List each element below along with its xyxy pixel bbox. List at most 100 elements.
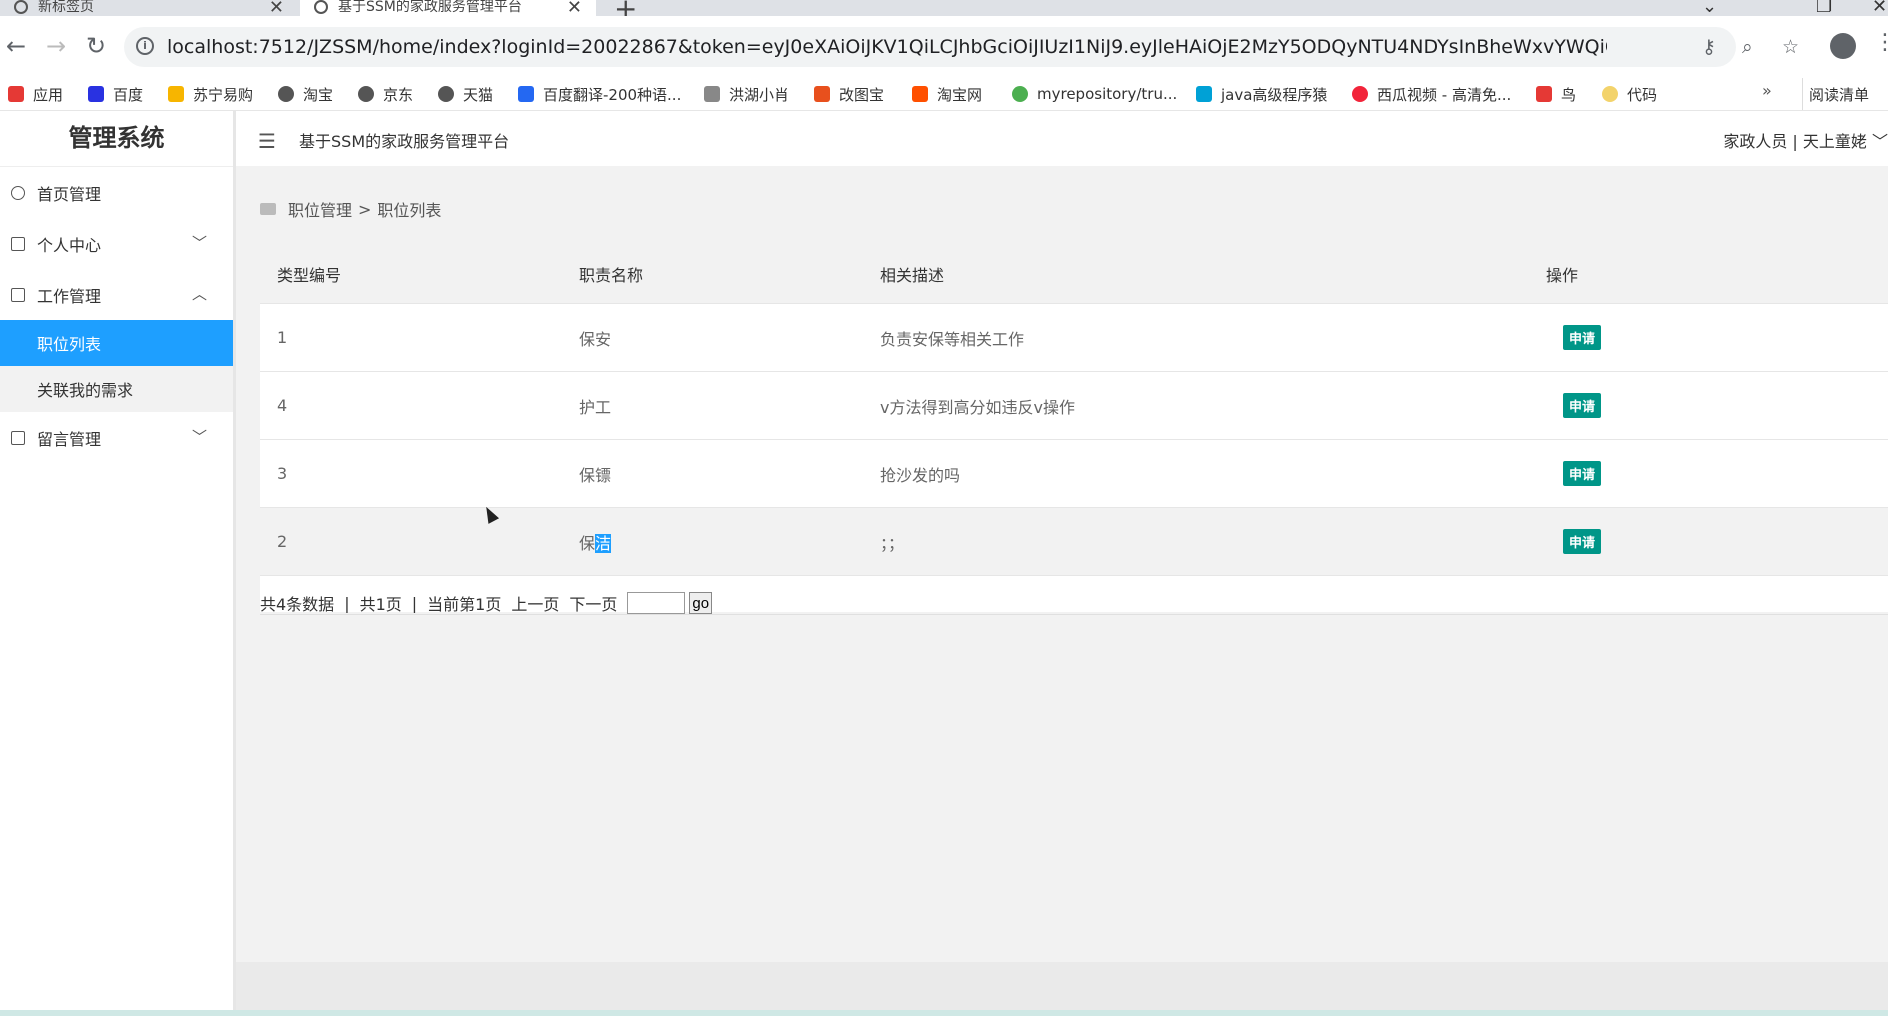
suning-icon [168,86,184,102]
main-content: 职位管理 > 职位列表 类型编号 职责名称 相关描述 操作 1 保安 负责安保等… [236,166,1888,962]
bookmark-item[interactable]: 鸟 [1536,78,1576,110]
bookmark-item[interactable]: 天猫 [438,78,493,110]
site-info-icon[interactable]: i [136,37,154,55]
breadcrumb-separator: > [358,199,372,219]
forward-arrow-icon[interactable]: → [42,32,70,60]
platform-title: 基于SSM的家政服务管理平台 [299,132,510,151]
pager-next-link[interactable]: 下一页 [569,591,617,615]
browser-tab-newtab[interactable]: 新标签页 ✕ [0,0,298,16]
baidu-paw-icon [88,86,104,102]
breadcrumb-parent[interactable]: 职位管理 [288,197,352,221]
xigua-icon [1352,86,1368,102]
image-edit-icon [814,86,830,102]
close-icon[interactable]: ✕ [269,0,284,16]
apply-button[interactable]: 申请 [1563,461,1602,486]
tab-search-icon[interactable]: ⌄ [1702,0,1717,16]
list-icon [11,430,25,445]
cell-id: 1 [260,303,562,372]
sidebar-subitem-job-list[interactable]: 职位列表 [0,320,233,366]
pagination: 共4条数据 | 共1页 | 当前第1页 上一页 下一页 go [260,591,713,615]
pager-pages: 共1页 [359,595,402,614]
url-omnibox[interactable]: i localhost:7512/JZSSM/home/index?loginI… [124,27,1799,67]
chevron-up-icon: ︿ [191,285,207,303]
sidebar-subitem-label: 职位列表 [37,335,102,354]
address-bar-row: ← → ↻ i localhost:7512/JZSSM/home/index?… [0,16,1888,78]
cell-name: 保安 [562,303,863,372]
bookmark-item[interactable]: 苏宁易购 [168,78,253,110]
bookmark-item[interactable]: 改图宝 [814,78,884,110]
bookmark-item[interactable]: 洪湖小肖 [704,78,789,110]
sidebar-item-profile[interactable]: 个人中心 ﹀ [0,218,233,269]
chevron-down-icon: ﹀ [1871,132,1888,151]
bookmarks-more-icon[interactable]: » [1762,81,1772,100]
more-menu-icon[interactable]: ⋮ [1874,30,1888,55]
top-header: ☰ 基于SSM的家政服务管理平台 家政人员 | 天上童姥 ﹀ [236,111,1888,166]
globe-icon [278,86,294,102]
cell-action: 申请 [1529,303,1888,372]
table-header-row: 类型编号 职责名称 相关描述 操作 [260,244,1888,304]
bookmark-item[interactable]: 代码 [1602,78,1657,110]
sidebar-subitem-my-demands[interactable]: 关联我的需求 [0,366,233,412]
horizontal-scrollbar[interactable] [0,1010,1888,1016]
reading-list-button[interactable]: 阅读清单 [1802,78,1869,110]
selected-text: 洁 [595,533,612,553]
translate-icon [518,86,534,102]
cell-desc: 负责安保等相关工作 [863,303,1529,372]
bookmark-item[interactable]: 应用 [8,78,63,110]
pager-divider: | [411,593,418,613]
zoom-icon[interactable]: ⌕ [1742,36,1753,58]
bookmark-item[interactable]: 百度 [88,78,143,110]
grid-icon [11,287,25,302]
apply-button[interactable]: 申请 [1563,393,1602,418]
globe-icon [358,86,374,102]
browser-tab-platform[interactable]: 基于SSM的家政服务管理平台 ✕ [300,0,596,16]
cell-action: 申请 [1529,371,1888,440]
close-window-icon[interactable]: ✕ [1872,0,1887,16]
bookmark-item[interactable]: 淘宝网 [912,78,982,110]
url-text[interactable]: localhost:7512/JZSSM/home/index?loginId=… [167,36,1607,58]
sidebar-item-work[interactable]: 工作管理 ︿ [0,269,233,320]
sidebar-item-messages[interactable]: 留言管理 ﹀ [0,412,233,463]
bookmark-item[interactable]: 西瓜视频 - 高清免... [1352,78,1511,110]
bookmark-item[interactable]: myrepository/tru... [1012,78,1177,110]
user-menu[interactable]: 家政人员 | 天上童姥 ﹀ [1723,128,1888,152]
tab-title: 基于SSM的家政服务管理平台 [338,0,522,15]
table-row: 3 保镖 抢沙发的吗 申请 [260,439,1888,508]
cell-name: 保镖 [562,439,863,508]
star-icon[interactable]: ☆ [1782,36,1799,58]
reload-icon[interactable]: ↻ [82,32,110,60]
job-table: 类型编号 职责名称 相关描述 操作 1 保安 负责安保等相关工作 申请 4 护工… [260,244,1888,576]
bookmark-item[interactable]: 百度翻译-200种语... [518,78,681,110]
profile-avatar-icon[interactable] [1830,33,1856,59]
restore-window-icon[interactable]: ❐ [1816,0,1832,16]
go-button[interactable]: go [689,592,713,614]
table-row: 2 保洁 ；； 申请 [260,507,1888,576]
table-row: 4 护工 v方法得到高分如违反v操作 申请 [260,371,1888,440]
key-icon[interactable]: ⚷ [1702,36,1716,58]
bookmark-item[interactable]: 京东 [358,78,413,110]
sidebar-item-home[interactable]: 首页管理 [0,167,233,218]
close-icon[interactable]: ✕ [567,0,582,16]
taobao-icon [912,86,928,102]
pager-prev-link[interactable]: 上一页 [511,591,559,615]
bookmark-item[interactable]: java高级程序猿 [1196,78,1327,110]
cell-id: 4 [260,371,562,440]
menu-toggle-icon[interactable]: ☰ [258,129,276,153]
brand-title: 管理系统 [0,111,233,167]
page-jump-input[interactable] [627,592,686,614]
browser-tabbar: 新标签页 ✕ 基于SSM的家政服务管理平台 ✕ + ⌄ ❐ ✕ [0,0,1888,16]
back-arrow-icon[interactable]: ← [2,32,30,60]
cell-name: 保洁 [562,507,863,576]
cell-name: 护工 [562,371,863,440]
apply-button[interactable]: 申请 [1563,529,1602,554]
new-tab-icon[interactable]: + [614,0,637,16]
cell-desc: v方法得到高分如违反v操作 [863,371,1529,440]
column-header: 操作 [1529,244,1888,304]
table-row: 1 保安 负责安保等相关工作 申请 [260,303,1888,372]
bookmark-item[interactable]: 淘宝 [278,78,333,110]
cell-id: 3 [260,439,562,508]
chevron-down-icon: ﹀ [191,234,207,252]
bookmarks-bar: 应用 百度 苏宁易购 淘宝 京东 天猫 百度翻译-200种语... 洪湖小肖 改… [0,78,1888,111]
cell-action: 申请 [1529,439,1888,508]
apply-button[interactable]: 申请 [1563,325,1602,350]
